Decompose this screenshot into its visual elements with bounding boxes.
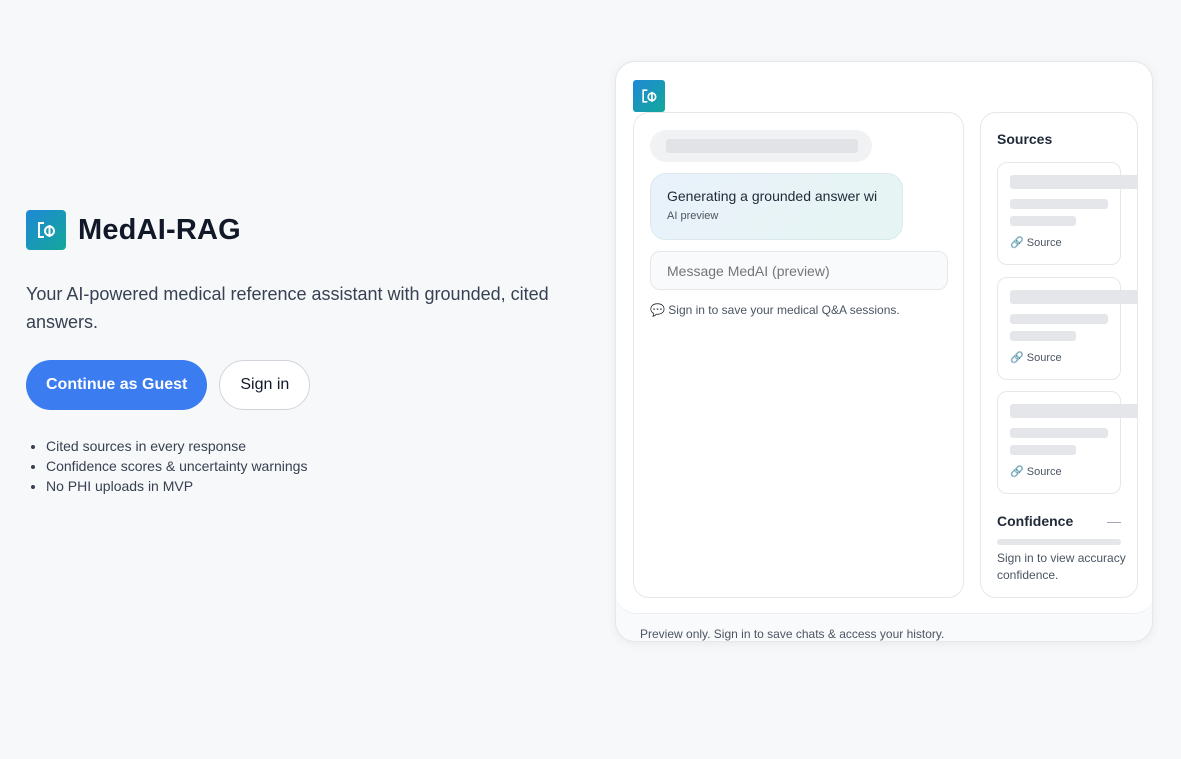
ai-message-caption: AI preview <box>667 210 719 222</box>
sign-in-note: 💬 Sign in to save your medical Q&A sessi… <box>650 303 900 317</box>
app-title: MedAI-RAG <box>78 213 241 246</box>
confidence-value: — <box>1107 513 1121 529</box>
source-link[interactable]: 🔗 Source <box>1010 465 1062 478</box>
landing-page: MedAI-RAG Your AI-powered medical refere… <box>0 0 1181 759</box>
sources-title: Sources <box>997 131 1053 147</box>
ai-message-text: Generating a grounded answer wi <box>667 188 878 204</box>
brand: MedAI-RAG <box>26 210 586 250</box>
source-card: 🔗 Source <box>997 391 1137 494</box>
continue-as-guest-button[interactable]: Continue as Guest <box>26 360 208 410</box>
confidence-note: Sign in to view accuracy confidence. <box>997 551 1126 582</box>
feature-item: Cited sources in every response <box>46 436 586 456</box>
preview-footer: Preview only. Sign in to save chats & ac… <box>640 627 945 641</box>
chat-panel: Generating a grounded answer wi AI previ… <box>633 112 964 598</box>
confidence-bar <box>997 539 1121 545</box>
source-link[interactable]: 🔗 Source <box>1010 236 1062 249</box>
app-preview: Generating a grounded answer wi AI previ… <box>615 61 1153 642</box>
hero-section: MedAI-RAG Your AI-powered medical refere… <box>26 210 586 496</box>
source-card: 🔗 Source <box>997 162 1137 265</box>
source-card: 🔗 Source <box>997 277 1137 380</box>
tagline: Your AI-powered medical reference assist… <box>26 284 549 332</box>
source-link[interactable]: 🔗 Source <box>1010 351 1062 364</box>
auth-actions: Continue as Guest Sign in <box>26 360 586 410</box>
user-message-skeleton <box>650 130 872 162</box>
sources-panel: Sources 🔗 Source 🔗 Source 🔗 Source Confi… <box>980 112 1138 598</box>
medai-logo-icon <box>26 210 66 250</box>
preview-window: Generating a grounded answer wi AI previ… <box>616 62 1152 614</box>
sign-in-button[interactable]: Sign in <box>219 360 311 410</box>
feature-item: Confidence scores & uncertainty warnings <box>46 456 586 476</box>
feature-item: No PHI uploads in MVP <box>46 476 586 496</box>
confidence-title: Confidence <box>997 513 1074 529</box>
feature-list: Cited sources in every response Confiden… <box>26 436 586 496</box>
message-input[interactable] <box>650 251 948 290</box>
ai-message-bubble: Generating a grounded answer wi AI previ… <box>650 173 903 240</box>
medai-logo-icon <box>633 80 665 112</box>
